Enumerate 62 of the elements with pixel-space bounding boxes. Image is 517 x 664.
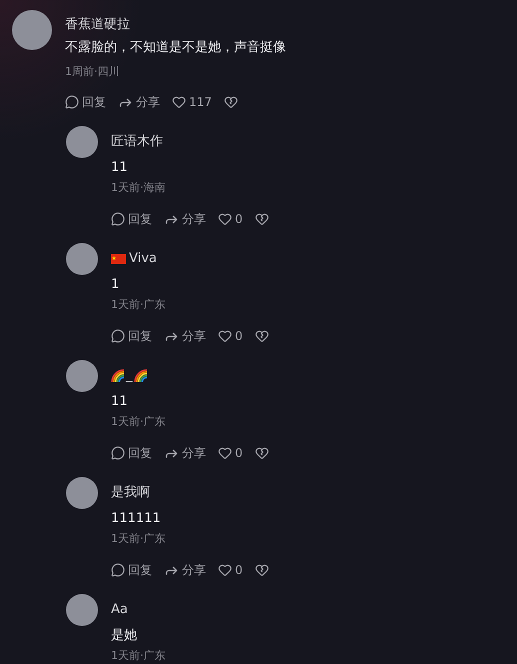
dislike-button[interactable] [254,212,269,226]
speech-bubble-icon [111,212,125,226]
comment-text: 1 [111,276,120,294]
username[interactable]: Aa [111,600,128,620]
reply-button[interactable]: 回复 [111,209,152,229]
heart-icon [218,563,232,577]
share-button[interactable]: 分享 [164,209,206,229]
username[interactable]: 香蕉道硬拉 [65,15,130,35]
reply-button[interactable]: 回复 [111,326,152,346]
comment-meta: 1天前·海南 [111,180,166,196]
dislike-button[interactable] [254,446,269,460]
heart-icon [172,95,186,109]
heart-icon [218,212,232,226]
avatar[interactable] [66,243,98,275]
broken-heart-icon [254,563,269,577]
rainbow-icon [111,369,125,383]
share-button[interactable]: 分享 [164,326,206,346]
comment-meta: 1天前·广东 [111,531,166,547]
comment-text: 111111 [111,510,162,528]
rainbow-icon [134,369,148,383]
avatar[interactable] [12,10,52,50]
comment-text: 11 [111,159,129,177]
dislike-button[interactable] [254,329,269,343]
avatar[interactable] [66,594,98,626]
username[interactable]: 匠语木作 [111,132,163,152]
dislike-button[interactable] [254,563,269,577]
like-button[interactable]: 0 [218,560,243,580]
comment-meta: 1天前·广东 [111,414,166,430]
comment-text: 11 [111,393,129,411]
comment-meta: 1天前·广东 [111,648,166,664]
like-button[interactable]: 0 [218,443,243,463]
share-button[interactable]: 分享 [118,92,160,112]
username[interactable]: 是我啊 [111,483,150,503]
speech-bubble-icon [111,446,125,460]
like-button[interactable]: 0 [218,209,243,229]
comment-text: 是她 [111,627,138,645]
share-button[interactable]: 分享 [164,443,206,463]
speech-bubble-icon [111,329,125,343]
reply-button[interactable]: 回复 [111,443,152,463]
username[interactable]: Viva [129,249,157,269]
comment-meta: 1周前·四川 [65,64,120,80]
comment-meta: 1天前·广东 [111,297,166,313]
heart-icon [218,446,232,460]
avatar[interactable] [66,477,98,509]
flag-icon [111,254,126,264]
speech-bubble-icon [65,95,79,109]
speech-bubble-icon [111,563,125,577]
dislike-button[interactable] [224,95,238,109]
like-button[interactable]: 117 [172,92,212,112]
avatar[interactable] [66,360,98,392]
broken-heart-icon [254,329,269,343]
broken-heart-icon [254,446,269,460]
broken-heart-icon [224,95,238,109]
username[interactable]: _ [126,366,132,386]
broken-heart-icon [254,212,269,226]
reply-button[interactable]: 回复 [65,92,106,112]
share-button[interactable]: 分享 [164,560,206,580]
like-button[interactable]: 0 [218,326,243,346]
heart-icon [218,329,232,343]
comment-text: 不露脸的，不知道是不是她，声音挺像 [65,39,287,57]
avatar[interactable] [66,126,98,158]
reply-button[interactable]: 回复 [111,560,152,580]
